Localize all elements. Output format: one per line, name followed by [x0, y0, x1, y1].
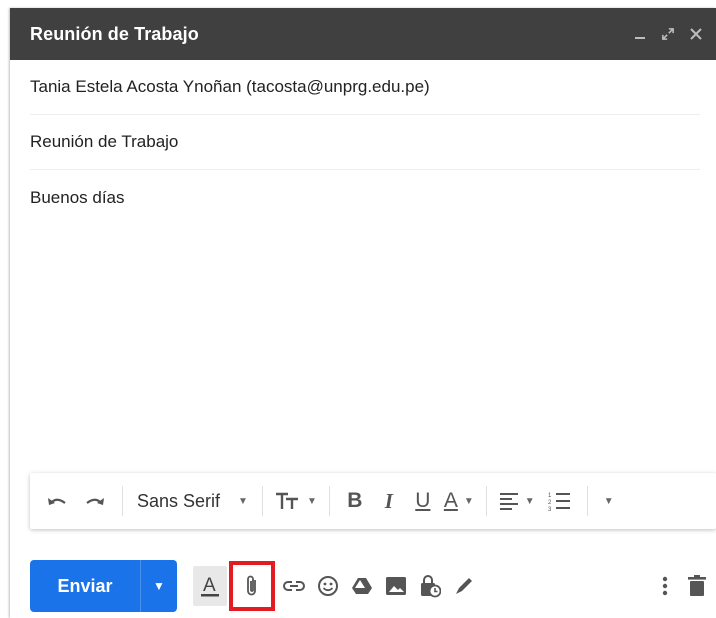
insert-link-icon[interactable] — [277, 566, 311, 606]
bold-label: B — [347, 489, 363, 512]
font-family-select[interactable]: Sans Serif ▼ — [131, 481, 254, 521]
window-controls — [634, 26, 702, 42]
italic-label: I — [384, 488, 393, 513]
close-icon[interactable] — [690, 26, 702, 42]
undo-icon[interactable] — [38, 481, 76, 521]
chevron-down-icon: ▼ — [153, 579, 165, 593]
send-options-button[interactable]: ▼ — [140, 560, 177, 612]
attach-file-icon[interactable] — [229, 561, 275, 611]
numbered-list-icon: 123 — [548, 493, 570, 511]
compose-titlebar[interactable]: Reunión de Trabajo — [10, 8, 716, 60]
send-button-group: Enviar ▼ — [30, 560, 177, 612]
numbered-list-button[interactable]: 123 — [539, 481, 579, 521]
text-color-label: A — [443, 489, 458, 512]
toolbar-separator — [122, 486, 123, 516]
chevron-down-icon: ▼ — [524, 495, 535, 507]
svg-text:2: 2 — [548, 500, 552, 506]
font-family-label: Sans Serif — [137, 490, 221, 511]
compose-bottom-toolbar: Enviar ▼ A — [30, 560, 716, 612]
text-size-button[interactable]: ▼ — [271, 481, 321, 521]
svg-text:1: 1 — [548, 493, 552, 499]
italic-button[interactable]: I — [372, 481, 406, 521]
drive-icon[interactable] — [345, 566, 379, 606]
svg-text:A: A — [203, 575, 216, 596]
underline-label: U — [415, 489, 431, 512]
chevron-down-icon: ▼ — [238, 495, 248, 507]
emoji-icon[interactable] — [311, 566, 345, 606]
recipient-chip[interactable]: Tania Estela Acosta Ynoñan (tacosta@unpr… — [30, 77, 430, 97]
align-button[interactable]: ▼ — [495, 481, 539, 521]
signature-icon[interactable] — [447, 566, 481, 606]
chevron-down-icon: ▼ — [463, 495, 474, 507]
text-color-button[interactable]: A ▼ — [440, 481, 478, 521]
formatting-options-icon[interactable]: A — [193, 566, 227, 606]
bold-button[interactable]: B — [338, 481, 372, 521]
chevron-down-icon: ▼ — [306, 495, 317, 507]
formatting-toolbar: Sans Serif ▼ ▼ B I U A ▼ ▼ 123 ▼ — [30, 473, 716, 529]
minimize-icon[interactable] — [634, 26, 646, 42]
align-icon — [499, 493, 518, 510]
toolbar-separator — [261, 486, 263, 516]
toolbar-separator — [328, 486, 330, 516]
underline-button[interactable]: U — [406, 481, 440, 521]
recipients-field[interactable]: Tania Estela Acosta Ynoñan (tacosta@unpr… — [30, 60, 700, 115]
insert-photo-icon[interactable] — [379, 566, 413, 606]
message-body[interactable]: Buenos días — [30, 188, 696, 208]
toolbar-separator — [485, 486, 487, 516]
text-size-icon — [275, 492, 298, 509]
subject-field[interactable]: Reunión de Trabajo — [30, 115, 700, 170]
more-formatting-button[interactable]: ▼ — [596, 481, 622, 521]
compose-window: Reunión de Trabajo Tania Estela Acosta Y… — [10, 8, 716, 618]
compose-title: Reunión de Trabajo — [30, 23, 199, 44]
confidential-mode-icon[interactable] — [413, 566, 447, 606]
redo-icon[interactable] — [76, 481, 114, 521]
more-options-icon[interactable] — [652, 566, 678, 606]
subject-text: Reunión de Trabajo — [30, 132, 179, 151]
svg-text:3: 3 — [548, 507, 552, 511]
send-button[interactable]: Enviar — [30, 560, 140, 612]
expand-icon[interactable] — [662, 26, 674, 42]
more-formatting-icon: ▼ — [603, 495, 614, 507]
toolbar-separator — [586, 486, 588, 516]
message-body-text: Buenos días — [30, 188, 125, 207]
discard-draft-icon[interactable] — [678, 566, 716, 606]
